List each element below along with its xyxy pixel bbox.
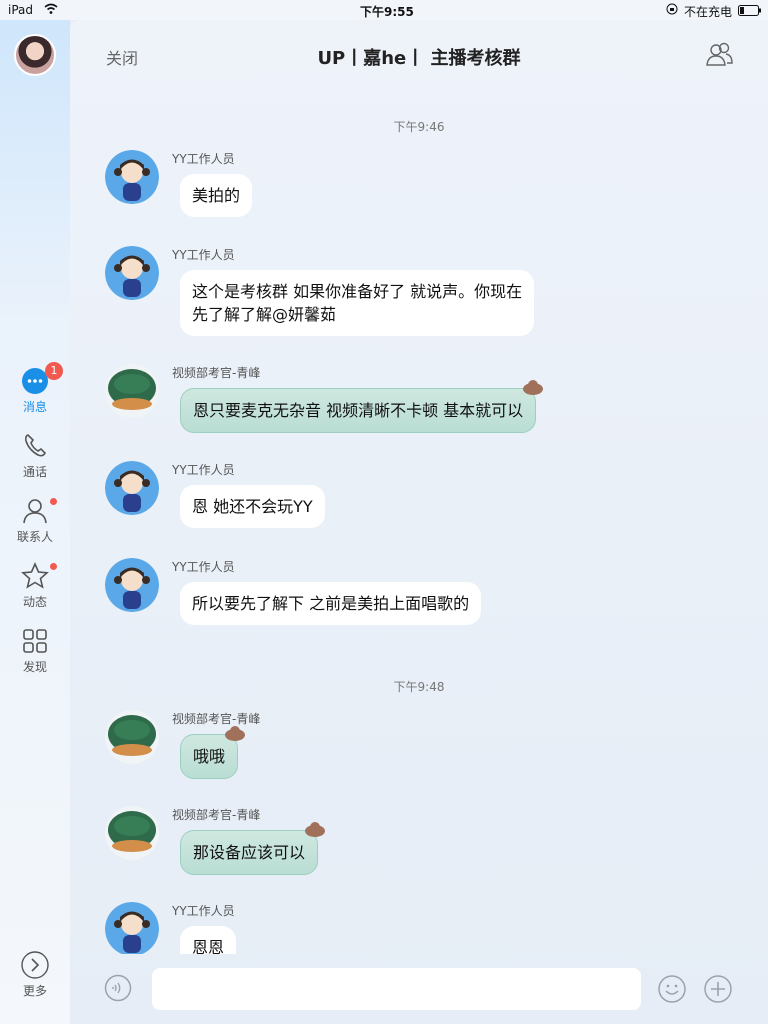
- clock: 下午9:55: [360, 5, 414, 19]
- staff-avatar[interactable]: [105, 558, 159, 612]
- message-text: 恩 她还不会玩YY: [192, 497, 313, 516]
- sidebar-item-label: 发现: [22, 660, 47, 674]
- message-bubble[interactable]: 所以要先了解下 之前是美拍上面唱歌的: [180, 582, 482, 625]
- sidebar-item-label: 动态: [22, 595, 47, 609]
- sidebar-item-calls[interactable]: 通话: [0, 431, 70, 480]
- sender-name: YY工作人员: [172, 904, 235, 918]
- message-text: 这个是考核群 如果你准备好了 就说声。你现在: [192, 282, 523, 301]
- sidebar-more[interactable]: 更多: [0, 950, 70, 999]
- notification-dot: [50, 563, 57, 570]
- message-text: 美拍的: [192, 186, 241, 205]
- message-text: 所以要先了解下 之前是美拍上面唱歌的: [192, 594, 470, 613]
- plus-icon[interactable]: [703, 974, 733, 1004]
- sender-name: YY工作人员: [172, 248, 235, 262]
- sender-name: 视频部考官-青峰: [172, 712, 261, 726]
- unread-badge: 1: [45, 362, 63, 380]
- sidebar-item-label: 联系人: [16, 530, 53, 544]
- message-text: 恩只要麦克无杂音 视频清晰不卡顿 基本就可以: [193, 401, 524, 420]
- message-text: 哦哦: [193, 747, 226, 766]
- my-avatar[interactable]: [14, 34, 56, 76]
- sidebar-item-label: 通话: [22, 465, 47, 479]
- sender-name: 视频部考官-青峰: [172, 808, 261, 822]
- status-bar: iPad 下午9:55 不在充电: [0, 0, 768, 20]
- message-bubble[interactable]: 这个是考核群 如果你准备好了 就说声。你现在 先了解了解@妍馨茹: [180, 270, 535, 336]
- device-label: iPad: [8, 3, 34, 17]
- bubble-decoration-icon: [305, 822, 326, 837]
- examiner-avatar[interactable]: [105, 806, 159, 860]
- chat-title: UP丨嘉he丨 主播考核群: [317, 48, 521, 69]
- sidebar: 1 消息 通话 联系人 动态 发现 更多: [0, 20, 70, 1024]
- bubble-decoration-icon: [225, 726, 246, 741]
- staff-avatar[interactable]: [105, 461, 159, 515]
- chevron-right-icon: [21, 951, 49, 979]
- lock-rotation-icon: [666, 3, 678, 18]
- phone-icon: [24, 434, 46, 457]
- sender-name: 视频部考官-青峰: [172, 366, 261, 380]
- sidebar-item-label: 消息: [22, 400, 47, 414]
- sender-name: YY工作人员: [172, 152, 235, 166]
- chat-panel: 关闭 UP丨嘉he丨 主播考核群 下午9:46 YY工作人员 美拍的 YY工作人…: [70, 20, 768, 1024]
- examiner-avatar[interactable]: [105, 364, 159, 418]
- timestamp: 下午9:48: [393, 680, 445, 694]
- message-bubble[interactable]: 恩只要麦克无杂音 视频清晰不卡顿 基本就可以: [180, 380, 544, 433]
- sidebar-more-label: 更多: [22, 984, 47, 998]
- message-bubble[interactable]: 那设备应该可以: [180, 822, 326, 875]
- star-icon: [21, 562, 49, 589]
- people-icon[interactable]: [704, 40, 734, 70]
- input-bar: [70, 952, 768, 1024]
- emoji-icon[interactable]: [657, 974, 687, 1004]
- bubble-decoration-icon: [523, 380, 544, 395]
- message-input[interactable]: [152, 968, 641, 1010]
- sidebar-item-messages[interactable]: 1 消息: [0, 362, 70, 415]
- notification-dot: [50, 498, 57, 505]
- message-text: 那设备应该可以: [193, 843, 306, 862]
- sender-name: YY工作人员: [172, 560, 235, 574]
- sidebar-item-moments[interactable]: 动态: [0, 561, 70, 610]
- battery-text: 不在充电: [684, 5, 733, 19]
- wifi-icon: [44, 3, 58, 18]
- examiner-avatar[interactable]: [105, 710, 159, 764]
- sidebar-item-contacts[interactable]: 联系人: [0, 496, 70, 545]
- sender-name: YY工作人员: [172, 463, 235, 477]
- timestamp: 下午9:46: [393, 120, 445, 134]
- message-text-line2: 先了解了解@妍馨茹: [192, 305, 337, 324]
- message-bubble[interactable]: 哦哦: [180, 726, 246, 779]
- message-bubble[interactable]: 恩恩: [180, 926, 237, 954]
- battery-icon: [738, 5, 762, 19]
- staff-avatar[interactable]: [105, 150, 159, 204]
- grid-icon: [23, 629, 47, 653]
- staff-avatar[interactable]: [105, 246, 159, 300]
- message-item: YY工作人员 恩恩: [105, 902, 405, 954]
- message-bubble[interactable]: 美拍的: [180, 174, 253, 217]
- staff-avatar[interactable]: [105, 902, 159, 954]
- chat-header: 关闭 UP丨嘉he丨 主播考核群: [70, 20, 768, 90]
- voice-icon[interactable]: [104, 974, 132, 1002]
- sidebar-item-discover[interactable]: 发现: [0, 626, 70, 675]
- contact-icon: [23, 499, 47, 524]
- message-bubble[interactable]: 恩 她还不会玩YY: [180, 485, 325, 528]
